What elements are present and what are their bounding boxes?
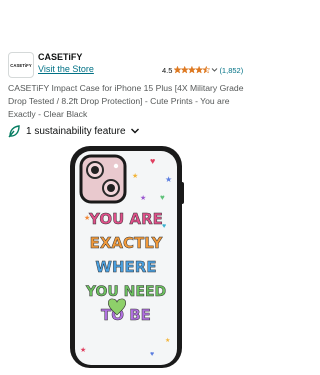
phone-case-image: ♥ ★ ★ ♥ ★ ★ ♥ ★ ♥ ★ YOU ARE EXACTLY WHER…	[70, 146, 184, 368]
product-title: CASETiFY Impact Case for iPhone 15 Plus …	[8, 83, 244, 119]
svg-text:★: ★	[132, 172, 138, 180]
rating-value: 4.5	[162, 65, 173, 75]
chevron-down-icon	[212, 68, 218, 72]
svg-text:★: ★	[165, 175, 172, 184]
svg-text:♥: ♥	[150, 351, 154, 358]
chevron-down-icon	[130, 128, 139, 134]
rating-summary[interactable]: 4.5 (1,852)	[162, 64, 243, 76]
brand-logo-text: CASETiFY	[10, 62, 32, 68]
sustainability-feature[interactable]: 1 sustainability feature	[8, 124, 140, 138]
print-line-5: TO BE	[101, 306, 151, 324]
print-line-3: WHERE	[95, 258, 156, 276]
sustainability-label: 1 sustainability feature	[26, 125, 126, 137]
print-line-1: YOU ARE	[88, 210, 163, 228]
brand-logo[interactable]: CASETiFY	[8, 52, 34, 78]
svg-text:♥: ♥	[160, 193, 165, 202]
print-line-4: YOU NEED	[85, 284, 166, 300]
rating-stars	[174, 66, 211, 74]
visit-store-link[interactable]: Visit the Store	[38, 64, 94, 74]
print-line-2: EXACTLY	[90, 234, 164, 252]
svg-text:★: ★	[165, 337, 170, 344]
rating-count: (1,852)	[219, 65, 244, 75]
star-rating-icon	[174, 66, 211, 74]
leaf-icon	[8, 124, 20, 137]
product-image[interactable]: ♥ ★ ★ ♥ ★ ★ ♥ ★ ♥ ★ YOU ARE EXACTLY WHER…	[0, 142, 250, 370]
brand-name: CASETiFY	[38, 52, 83, 62]
svg-text:★: ★	[140, 194, 146, 202]
svg-text:♥: ♥	[150, 156, 155, 166]
svg-text:★: ★	[80, 346, 86, 354]
